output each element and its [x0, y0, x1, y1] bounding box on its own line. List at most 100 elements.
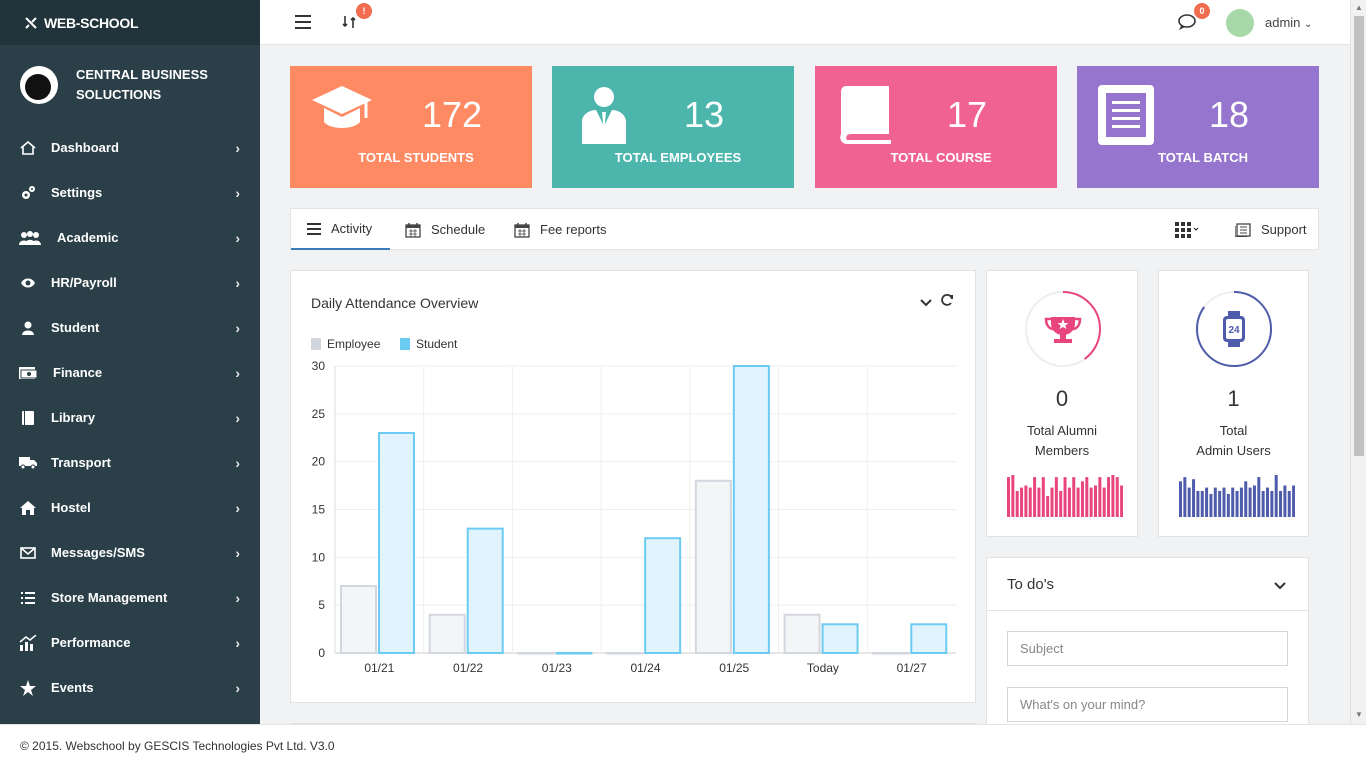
sidebar-item-performance[interactable]: Performance › — [0, 620, 260, 665]
scroll-thumb[interactable] — [1354, 16, 1364, 456]
scroll-up-arrow[interactable]: ▲ — [1355, 3, 1363, 12]
sidebar-item-library[interactable]: Library › — [0, 395, 260, 440]
page-scrollbar[interactable]: ▲ ▼ — [1350, 0, 1366, 724]
tab-activity[interactable]: Activity — [291, 209, 390, 250]
truck-icon — [18, 455, 38, 471]
main-content: 172 TOTAL STUDENTS 13 TOTAL EMPLOYEES 17… — [260, 46, 1350, 724]
support-link[interactable]: Support — [1235, 209, 1307, 250]
employee-icon — [580, 86, 628, 149]
alumni-card: 0 Total Alumni Members — [986, 270, 1138, 537]
chevron-down-icon[interactable] — [1274, 578, 1286, 596]
stat-card-course[interactable]: 17 TOTAL COURSE — [815, 66, 1057, 188]
bar-student — [910, 623, 948, 654]
stat-card-students[interactable]: 172 TOTAL STUDENTS — [290, 66, 532, 188]
sidebar-item-store-management[interactable]: Store Management › — [0, 575, 260, 620]
stat-label: TOTAL COURSE — [890, 150, 992, 165]
y-tick-label: 25 — [312, 407, 326, 421]
spark-bar — [1015, 490, 1019, 517]
sidebar-item-label: Settings — [51, 185, 103, 200]
spark-bar — [1115, 477, 1119, 517]
stat-label: TOTAL EMPLOYEES — [614, 150, 742, 165]
avatar[interactable] — [1226, 9, 1254, 37]
bar-employee — [606, 652, 644, 655]
users-icon — [18, 230, 42, 246]
sidebar-item-events[interactable]: Events › — [0, 665, 260, 710]
alumni-label-line2: Members — [1034, 443, 1090, 458]
sync-icon[interactable] — [342, 14, 356, 35]
bar-employee — [428, 613, 466, 655]
tab-label: Schedule — [431, 222, 486, 237]
sidebar-item-label: Messages/SMS — [51, 545, 145, 560]
chevron-right-icon: › — [235, 635, 240, 651]
user-name: admin — [1265, 15, 1301, 30]
admin-label-line1: Total — [1219, 423, 1248, 438]
sidebar-item-hostel[interactable]: Hostel › — [0, 485, 260, 530]
stat-value: 17 — [947, 94, 988, 135]
todo-panel: To do's — [986, 557, 1309, 724]
gears-icon — [18, 185, 38, 201]
spark-bar — [1244, 481, 1248, 517]
sidebar-item-finance[interactable]: Finance › — [0, 350, 260, 395]
spark-bar — [1054, 477, 1058, 517]
sidebar-item-messages[interactable]: Messages/SMS › — [0, 530, 260, 575]
sidebar-item-academic[interactable]: Academic › — [0, 215, 260, 260]
spark-bar — [1226, 493, 1230, 517]
chat-icon[interactable] — [1178, 14, 1196, 35]
chevron-right-icon: › — [235, 275, 240, 291]
spark-bar — [1063, 477, 1067, 517]
x-tick-label: 01/25 — [719, 661, 749, 675]
sidebar: WEB-SCHOOL CENTRAL BUSINESS SOLUCTIONS D… — [0, 0, 260, 724]
trophy-icon — [1025, 291, 1101, 367]
apps-grid-icon[interactable] — [1175, 209, 1209, 250]
spark-bar — [1218, 490, 1222, 517]
bar-student — [466, 527, 504, 654]
chevron-right-icon: › — [235, 545, 240, 561]
chevron-right-icon: › — [235, 410, 240, 426]
tab-fee-reports[interactable]: Fee reports — [514, 209, 606, 250]
sidebar-item-student[interactable]: Student › — [0, 305, 260, 350]
todo-body-input[interactable] — [1007, 687, 1288, 722]
stat-label: TOTAL STUDENTS — [358, 150, 474, 165]
money-icon — [18, 365, 38, 381]
sidebar-item-hr-payroll[interactable]: HR/Payroll › — [0, 260, 260, 305]
star-icon — [18, 679, 38, 696]
attendance-chart: 0 5 10 15 20 25 30 01/21 01/22 01/23 01/24 01/25 Tod… — [312, 359, 956, 675]
todo-subject-input[interactable] — [1007, 631, 1288, 666]
spark-bar — [1089, 487, 1093, 517]
tab-schedule[interactable]: Schedule — [405, 209, 485, 250]
alumni-count: 0 — [1055, 386, 1069, 411]
chevron-right-icon: › — [235, 680, 240, 696]
chevron-right-icon: › — [235, 140, 240, 156]
stat-value: 18 — [1209, 94, 1250, 135]
spark-bar — [1287, 490, 1291, 517]
tabs-bar: Activity Schedule Fee reports Support — [290, 208, 1319, 250]
x-tick-label: 01/21 — [364, 661, 394, 675]
stat-card-employees[interactable]: 13 TOTAL EMPLOYEES — [552, 66, 794, 188]
sidebar-item-settings[interactable]: Settings › — [0, 170, 260, 215]
tab-label: Support — [1261, 222, 1307, 237]
tab-label: Activity — [331, 221, 373, 236]
spark-bar — [1248, 487, 1252, 517]
spark-bar — [1200, 490, 1204, 517]
sidebar-item-label: Transport — [51, 455, 111, 470]
admin-users-card: 24 1 Total Admin Users — [1158, 270, 1309, 537]
y-tick-label: 5 — [318, 598, 325, 612]
user-menu[interactable]: admin ⌄ — [1265, 15, 1312, 30]
sidebar-item-dashboard[interactable]: Dashboard › — [0, 125, 260, 170]
stat-value: 172 — [422, 94, 483, 135]
spark-bar — [1102, 487, 1106, 517]
spark-bar — [1252, 485, 1256, 517]
sidebar-item-label: Academic — [57, 230, 119, 245]
footer-text: © 2015. Webschool by GESCIS Technologies… — [20, 739, 335, 753]
sidebar-item-transport[interactable]: Transport › — [0, 440, 260, 485]
stat-card-batch[interactable]: 18 TOTAL BATCH — [1077, 66, 1319, 188]
spark-bar — [1179, 481, 1182, 517]
menu-toggle-icon[interactable] — [295, 15, 311, 34]
attendance-panel: Daily Attendance Overview Employee Stude… — [290, 270, 976, 703]
brand[interactable]: WEB-SCHOOL — [0, 0, 260, 45]
scroll-down-arrow[interactable]: ▼ — [1355, 710, 1363, 719]
sidebar-item-label: Library — [51, 410, 96, 425]
envelope-icon — [18, 545, 38, 561]
calendar-icon — [514, 222, 530, 238]
spark-bar — [1279, 490, 1283, 517]
